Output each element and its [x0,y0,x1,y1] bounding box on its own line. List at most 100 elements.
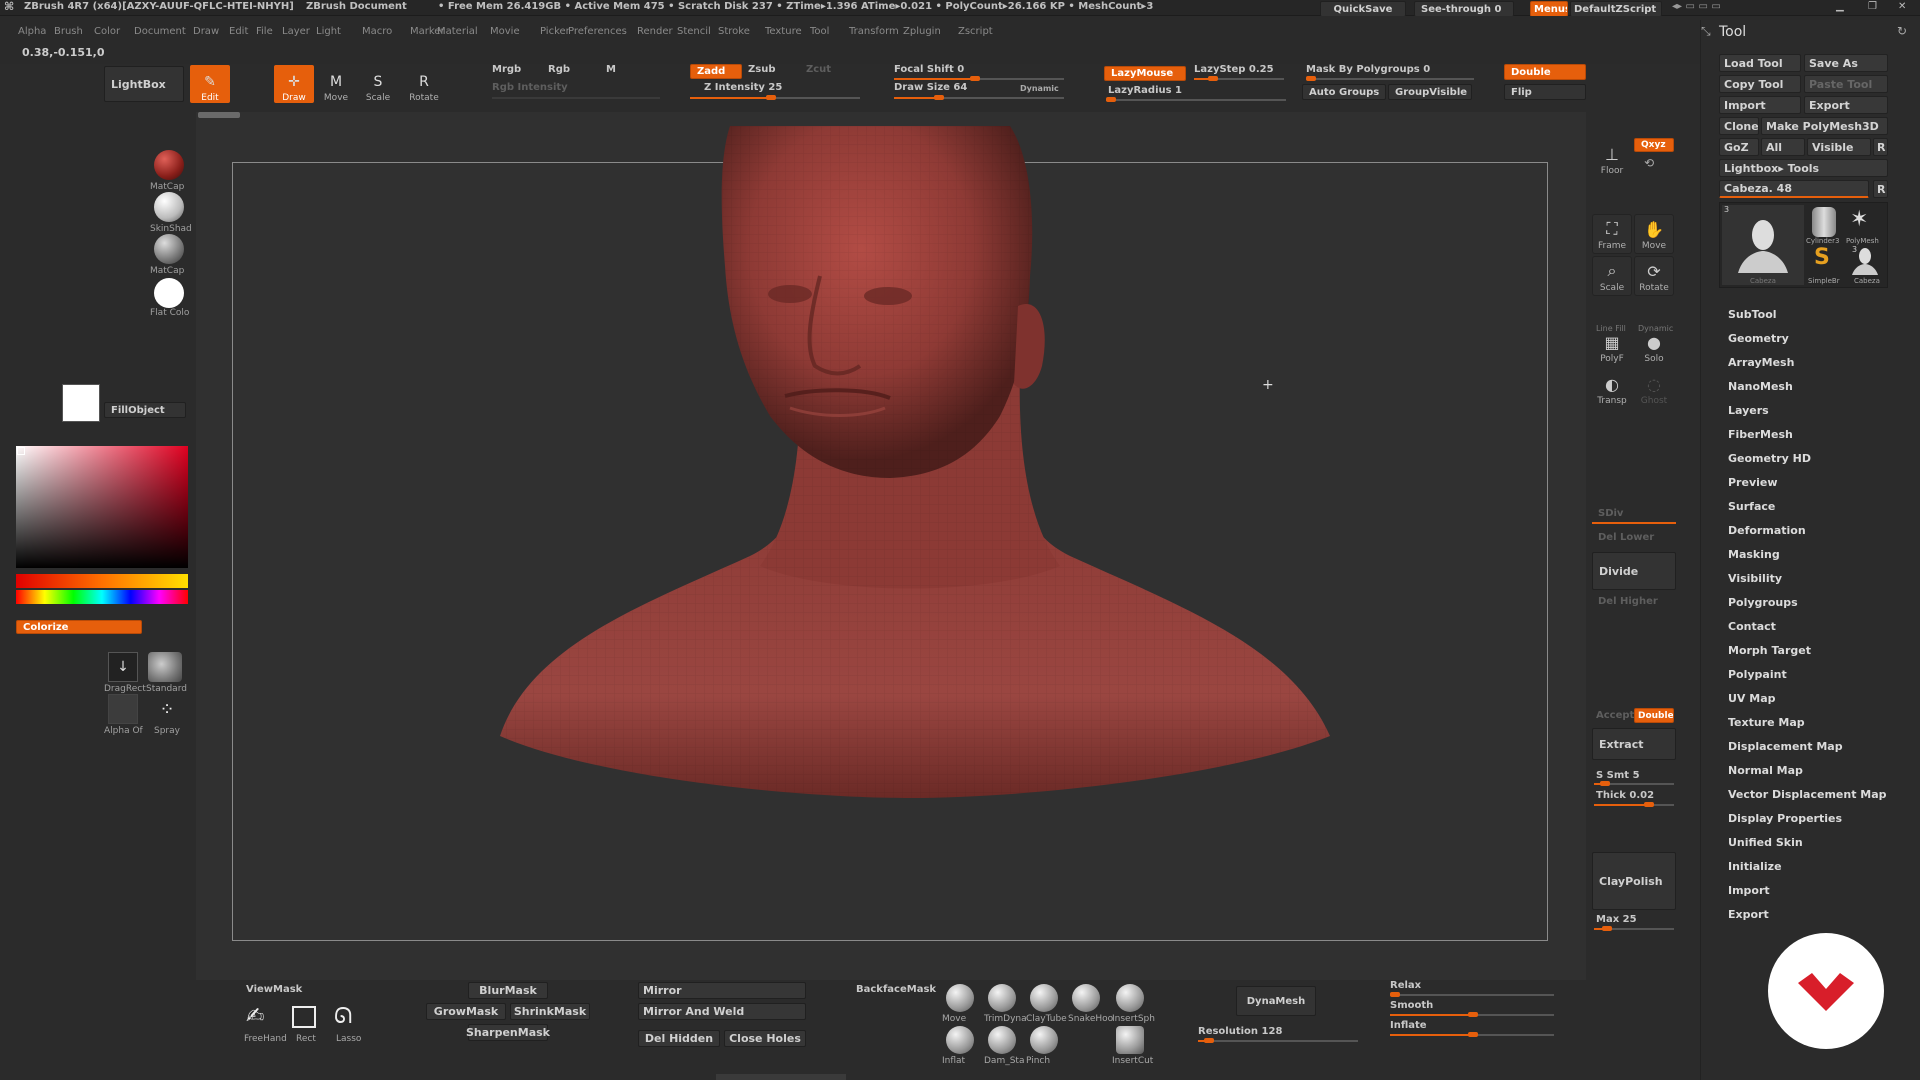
lazymouse-button[interactable]: LazyMouse [1104,66,1186,81]
goz-visible-button[interactable]: Visible [1807,138,1871,156]
max-track[interactable] [1594,926,1674,931]
menu-zplugin[interactable]: Zplugin [903,26,941,37]
menu-light[interactable]: Light [316,26,341,37]
menu-file[interactable]: File [256,26,273,37]
del-lower-button[interactable]: Del Lower [1598,532,1654,543]
menu-document[interactable]: Document [134,26,186,37]
sharpenmask-button[interactable]: SharpenMask [466,1024,550,1041]
scale-view-button[interactable]: ⌕ Scale [1592,256,1632,296]
draw-mode-button[interactable]: ✛ Draw [274,65,314,103]
lightbox-tools-button[interactable]: Lightbox▸ Tools [1719,159,1888,177]
tool-sub-contact[interactable]: Contact [1728,620,1776,633]
relax-slider[interactable]: Relax [1390,980,1421,991]
brush-inflat-icon[interactable] [946,1026,974,1054]
lazyradius-track[interactable] [1106,97,1286,102]
extract-double-button[interactable]: Double [1634,708,1674,723]
tool-sub-initialize[interactable]: Initialize [1728,860,1782,873]
tool-sub-subtool[interactable]: SubTool [1728,308,1777,321]
menu-color[interactable]: Color [94,26,120,37]
menu-render[interactable]: Render [637,26,673,37]
tool-sub-arraymesh[interactable]: ArrayMesh [1728,356,1794,369]
hue-slider[interactable] [16,590,188,604]
z-intensity-track[interactable] [690,95,860,100]
tool-sub-nanomesh[interactable]: NanoMesh [1728,380,1793,393]
freehand-selection-icon[interactable]: ✍ [246,1004,276,1032]
tool-sub-vector-displacement-map[interactable]: Vector Displacement Map [1728,788,1887,801]
see-through-slider[interactable]: See-through 0 [1414,1,1514,17]
tool-palette-title[interactable]: Tool [1719,24,1746,40]
menu-texture[interactable]: Texture [765,26,802,37]
sdiv-slider[interactable]: SDiv [1598,508,1623,519]
dragrect-stroke-icon[interactable]: ↓ [108,652,138,682]
double-button[interactable]: Double [1504,64,1586,80]
brush-insertsph-icon[interactable] [1116,984,1144,1012]
del-higher-button[interactable]: Del Higher [1598,596,1658,607]
color-gradient-bar[interactable] [16,574,188,588]
rgb-intensity-slider[interactable]: Rgb Intensity [492,82,568,93]
make-polymesh3d-button[interactable]: Make PolyMesh3D [1761,117,1888,135]
lazyradius-slider[interactable]: LazyRadius 1 [1108,85,1182,96]
draw-size-track[interactable] [894,95,1064,100]
palette-reset-icon[interactable]: ↻ [1897,24,1907,38]
inflate-track[interactable] [1390,1032,1554,1037]
scale-mode-button[interactable]: S Scale [358,65,398,103]
floor-button[interactable]: ⊥ Floor [1592,138,1632,178]
rotate-view-button[interactable]: ⟳ Rotate [1634,256,1674,296]
menu-movie[interactable]: Movie [490,26,520,37]
rect-selection-icon[interactable] [292,1006,316,1028]
thumb-cabeza-main[interactable] [1722,205,1804,285]
m-button[interactable]: M [606,64,616,75]
canvas-scroll-handle[interactable] [198,112,240,118]
ghost-button[interactable]: ◌ Ghost [1634,368,1674,408]
color-picker-square[interactable] [16,446,188,568]
thick-slider[interactable]: Thick 0.02 [1596,790,1654,801]
flip-button[interactable]: Flip [1504,84,1586,100]
rgb-button[interactable]: Rgb [548,64,570,75]
bottom-scroll-handle[interactable] [716,1074,846,1080]
backfacemask-button[interactable]: BackfaceMask [856,984,936,995]
auto-groups-button[interactable]: Auto Groups [1302,84,1386,100]
tool-sub-deformation[interactable]: Deformation [1728,524,1806,537]
layout-icon[interactable]: ◂▸ ▭ ▭ ▭ [1672,1,1721,12]
sdiv-track[interactable] [1592,522,1676,524]
tool-sub-polypaint[interactable]: Polypaint [1728,668,1787,681]
local-symmetry-icon[interactable]: ⟲ [1644,156,1654,170]
relax-track[interactable] [1390,992,1554,997]
tool-sub-geometry[interactable]: Geometry [1728,332,1789,345]
menu-transform[interactable]: Transform [849,26,899,37]
tool-sub-polygroups[interactable]: Polygroups [1728,596,1798,609]
tool-sub-uv-map[interactable]: UV Map [1728,692,1776,705]
menus-button[interactable]: Menus [1530,1,1568,17]
tool-sub-normal-map[interactable]: Normal Map [1728,764,1803,777]
fillobject-button[interactable]: FillObject [104,402,186,418]
brush-claytube-icon[interactable] [1030,984,1058,1012]
brush-insertcut-icon[interactable] [1116,1026,1144,1054]
inflate-slider[interactable]: Inflate [1390,1020,1427,1031]
frame-button[interactable]: ⛶ Frame [1592,214,1632,254]
tool-sub-import[interactable]: Import [1728,884,1770,897]
rotate-mode-button[interactable]: R Rotate [404,65,444,103]
tool-sub-display-properties[interactable]: Display Properties [1728,812,1842,825]
viewmask-label[interactable]: ViewMask [246,984,302,995]
default-zscript-button[interactable]: DefaultZScript [1570,1,1662,17]
polymesh-star-icon[interactable]: ✶ [1850,207,1868,232]
dynamesh-button[interactable]: DynaMesh [1236,986,1316,1016]
menu-edit[interactable]: Edit [229,26,248,37]
move-view-button[interactable]: ✋ Move [1634,214,1674,254]
matcap-red-material[interactable] [154,150,184,180]
main-color-swatch[interactable] [62,384,100,422]
tool-sub-preview[interactable]: Preview [1728,476,1778,489]
mirror-button[interactable]: Mirror [638,982,806,999]
s-smt-track[interactable] [1594,781,1674,786]
focal-shift-track[interactable] [894,76,1064,81]
shrinkmask-button[interactable]: ShrinkMask [510,1003,590,1020]
tool-sub-texture-map[interactable]: Texture Map [1728,716,1805,729]
menu-zscript[interactable]: Zscript [958,26,993,37]
standard-brush-icon[interactable] [148,652,182,682]
z-intensity-slider[interactable]: Z Intensity 25 [704,82,782,93]
save-as-button[interactable]: Save As [1804,54,1888,72]
zbrush-logo-icon[interactable]: ⌘ [4,0,14,13]
resolution-track[interactable] [1198,1038,1358,1043]
clone-button[interactable]: Clone [1719,117,1759,135]
edit-mode-button[interactable]: ✎ Edit [190,65,230,103]
